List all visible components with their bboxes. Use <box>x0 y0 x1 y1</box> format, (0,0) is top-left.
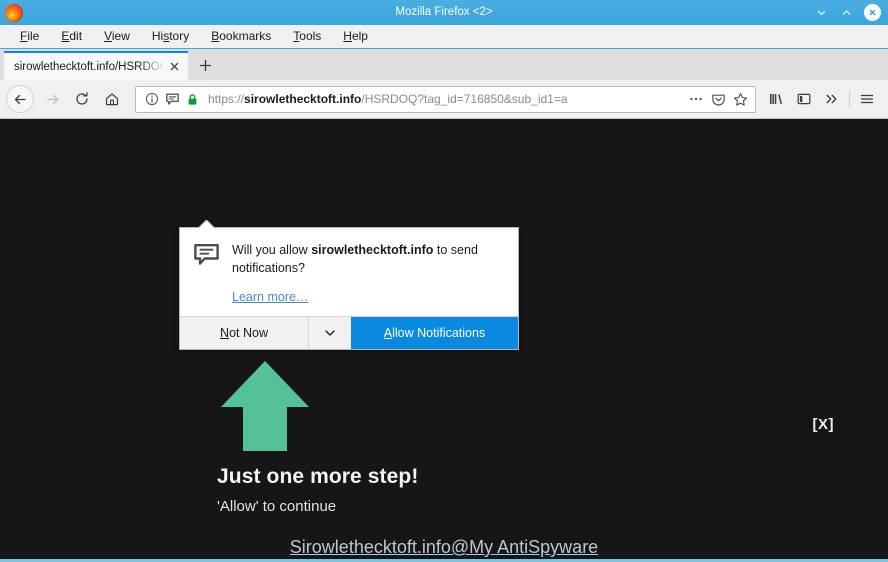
browser-window: Mozilla Firefox <2> File Edit View Histo… <box>0 0 888 562</box>
allow-notifications-button[interactable]: Allow Notifications <box>351 317 518 350</box>
watermark-text: Sirowlethecktoft.info@My AntiSpyware <box>289 537 599 557</box>
speech-bubble-icon <box>193 242 220 304</box>
page-actions-icon[interactable] <box>685 88 707 110</box>
tab-title: sirowlethecktoft.info/HSRDOQ <box>14 60 165 73</box>
back-button[interactable] <box>6 85 34 113</box>
menu-history[interactable]: History <box>141 25 200 48</box>
url-text[interactable]: https://sirowlethecktoft.info/HSRDOQ?tag… <box>208 92 685 106</box>
not-now-button[interactable]: Not Now <box>180 317 309 350</box>
window-controls <box>814 4 881 21</box>
menu-file[interactable]: File <box>9 25 50 48</box>
padlock-icon[interactable] <box>182 89 202 109</box>
tab-strip: sirowlethecktoft.info/HSRDOQ <box>0 49 888 80</box>
menu-bookmarks[interactable]: Bookmarks <box>200 25 282 48</box>
pocket-icon[interactable] <box>707 88 729 110</box>
page-headline: Just one more step! <box>217 465 419 488</box>
sidebar-icon[interactable] <box>790 85 818 113</box>
toolbar-right <box>762 85 881 113</box>
bookmark-star-icon[interactable] <box>729 88 751 110</box>
allow-label: llow Notifications <box>392 326 486 341</box>
forward-button[interactable] <box>37 84 67 114</box>
close-tab-icon[interactable] <box>165 58 183 76</box>
popup-pointer <box>199 220 215 228</box>
new-tab-button[interactable] <box>188 51 222 80</box>
tab-active[interactable]: sirowlethecktoft.info/HSRDOQ <box>4 51 188 80</box>
fake-close-button[interactable]: [X] <box>813 416 835 433</box>
url-scheme: https:// <box>208 92 245 106</box>
title-bar: Mozilla Firefox <2> <box>0 0 888 25</box>
library-icon[interactable] <box>762 85 790 113</box>
menu-view[interactable]: View <box>93 25 141 48</box>
not-now-label: ot Now <box>229 326 268 341</box>
url-bar[interactable]: https://sirowlethecktoft.info/HSRDOQ?tag… <box>135 85 756 113</box>
overflow-chevrons-icon[interactable] <box>818 85 846 113</box>
menu-edit[interactable]: Edit <box>50 25 93 48</box>
menu-help[interactable]: Help <box>332 25 379 48</box>
reload-button[interactable] <box>67 84 97 114</box>
arrow-up-icon <box>219 359 311 453</box>
page-content: Just one more step! 'Allow' to continue … <box>0 119 888 559</box>
chevron-down-icon[interactable] <box>309 317 351 349</box>
page-subheadline: 'Allow' to continue <box>217 498 337 515</box>
browser-chrome: File Edit View History Bookmarks Tools H… <box>0 25 888 119</box>
popup-question-host: sirowlethecktoft.info <box>311 243 434 257</box>
menu-bar: File Edit View History Bookmarks Tools H… <box>0 25 888 49</box>
learn-more-link[interactable]: Learn more… <box>232 290 308 304</box>
toolbar-separator <box>849 90 850 108</box>
popup-question-prefix: Will you allow <box>232 243 312 257</box>
home-button[interactable] <box>97 84 127 114</box>
popup-actions: Not Now Allow Notifications <box>180 316 518 350</box>
allow-mnemonic: A <box>383 326 393 341</box>
url-host: sirowlethecktoft.info <box>244 92 362 106</box>
popup-question: Will you allow sirowlethecktoft.info to … <box>232 241 504 277</box>
notification-permission-icon[interactable] <box>162 89 182 109</box>
url-path: /HSRDOQ?tag_id=716850&sub_id1=a <box>361 92 568 106</box>
minimize-button[interactable] <box>814 6 828 20</box>
notification-permission-popup: Will you allow sirowlethecktoft.info to … <box>179 227 519 351</box>
site-info-icon[interactable] <box>142 89 162 109</box>
window-title: Mozilla Firefox <2> <box>395 6 493 18</box>
not-now-mnemonic: N <box>220 326 230 341</box>
popup-body: Will you allow sirowlethecktoft.info to … <box>180 228 518 316</box>
navigation-toolbar: https://sirowlethecktoft.info/HSRDOQ?tag… <box>0 80 888 118</box>
hamburger-menu-icon[interactable] <box>853 85 881 113</box>
popup-text: Will you allow sirowlethecktoft.info to … <box>232 241 504 304</box>
close-window-button[interactable] <box>864 4 881 21</box>
maximize-button[interactable] <box>839 6 853 20</box>
firefox-logo-icon <box>5 3 23 22</box>
menu-tools[interactable]: Tools <box>282 25 332 48</box>
